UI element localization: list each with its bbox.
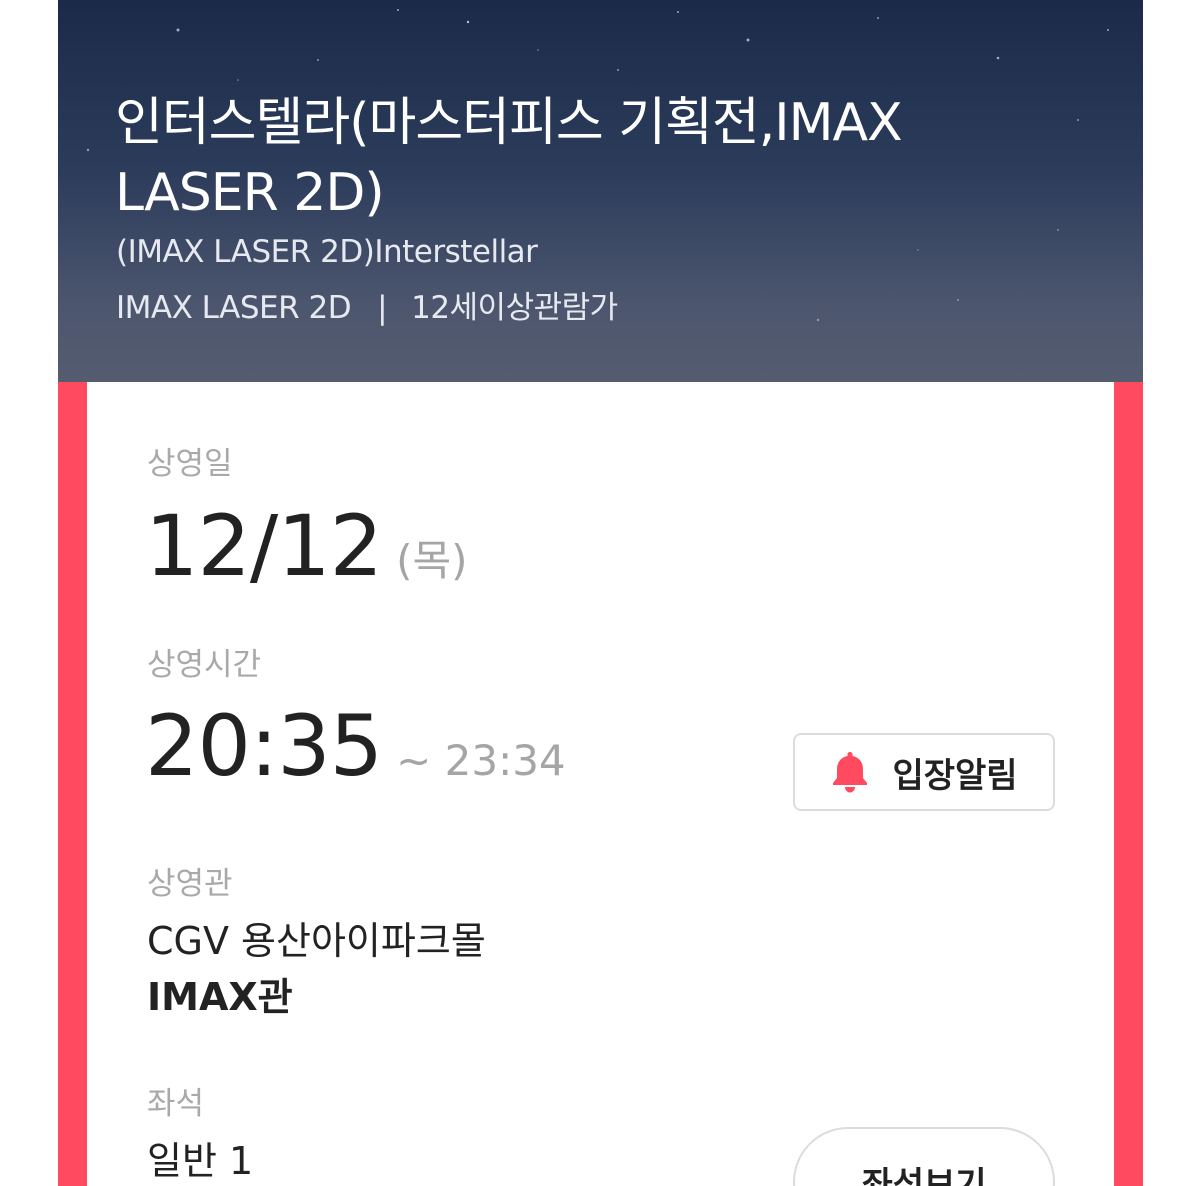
view-seats-label: 좌석보기 xyxy=(861,1165,987,1186)
hall-name: IMAX관 xyxy=(147,975,293,1019)
movie-rating: 12세이상관람가 xyxy=(411,290,618,326)
theater-label: 상영관 xyxy=(147,866,233,902)
end-time: ~ 23:34 xyxy=(396,736,566,785)
start-time: 20:35 xyxy=(145,697,383,795)
ticket-page: 인터스텔라(마스터피스 기획전,IMAX LASER 2D) (IMAX LAS… xyxy=(0,0,1200,1186)
bell-icon xyxy=(833,752,868,793)
view-seats-button[interactable]: 좌석보기 xyxy=(793,1127,1055,1186)
date-label: 상영일 xyxy=(147,446,233,482)
entry-alarm-label: 입장알림 xyxy=(892,755,1018,796)
movie-title: 인터스텔라(마스터피스 기획전,IMAX LASER 2D) xyxy=(115,93,903,223)
seat-value: 일반 1 xyxy=(147,1139,254,1183)
entry-alarm-button[interactable]: 입장알림 xyxy=(793,733,1055,811)
movie-original-title: (IMAX LASER 2D)Interstellar xyxy=(116,234,538,270)
ticket-details: 상영일 12/12 (목) 상영시간 20:35 ~ 23:34 입장알림 상영관 … xyxy=(87,382,1114,1186)
movie-meta: IMAX LASER 2D | 12세이상관람가 xyxy=(116,288,618,328)
cinema-name: CGV 용산아이파크몰 xyxy=(147,919,486,963)
movie-header: 인터스텔라(마스터피스 기획전,IMAX LASER 2D) (IMAX LAS… xyxy=(58,0,1143,382)
meta-separator: | xyxy=(377,290,388,326)
time-label: 상영시간 xyxy=(147,647,262,683)
screening-weekday: (목) xyxy=(396,536,468,585)
left-margin xyxy=(0,0,58,1186)
right-margin xyxy=(1143,0,1200,1186)
date-row: 12/12 (목) xyxy=(145,498,468,594)
ticket-card: 인터스텔라(마스터피스 기획전,IMAX LASER 2D) (IMAX LAS… xyxy=(58,0,1143,1186)
screening-date: 12/12 xyxy=(145,497,383,595)
seat-label: 좌석 xyxy=(147,1086,205,1122)
movie-format: IMAX LASER 2D xyxy=(116,290,352,326)
time-row: 20:35 ~ 23:34 xyxy=(145,698,566,794)
